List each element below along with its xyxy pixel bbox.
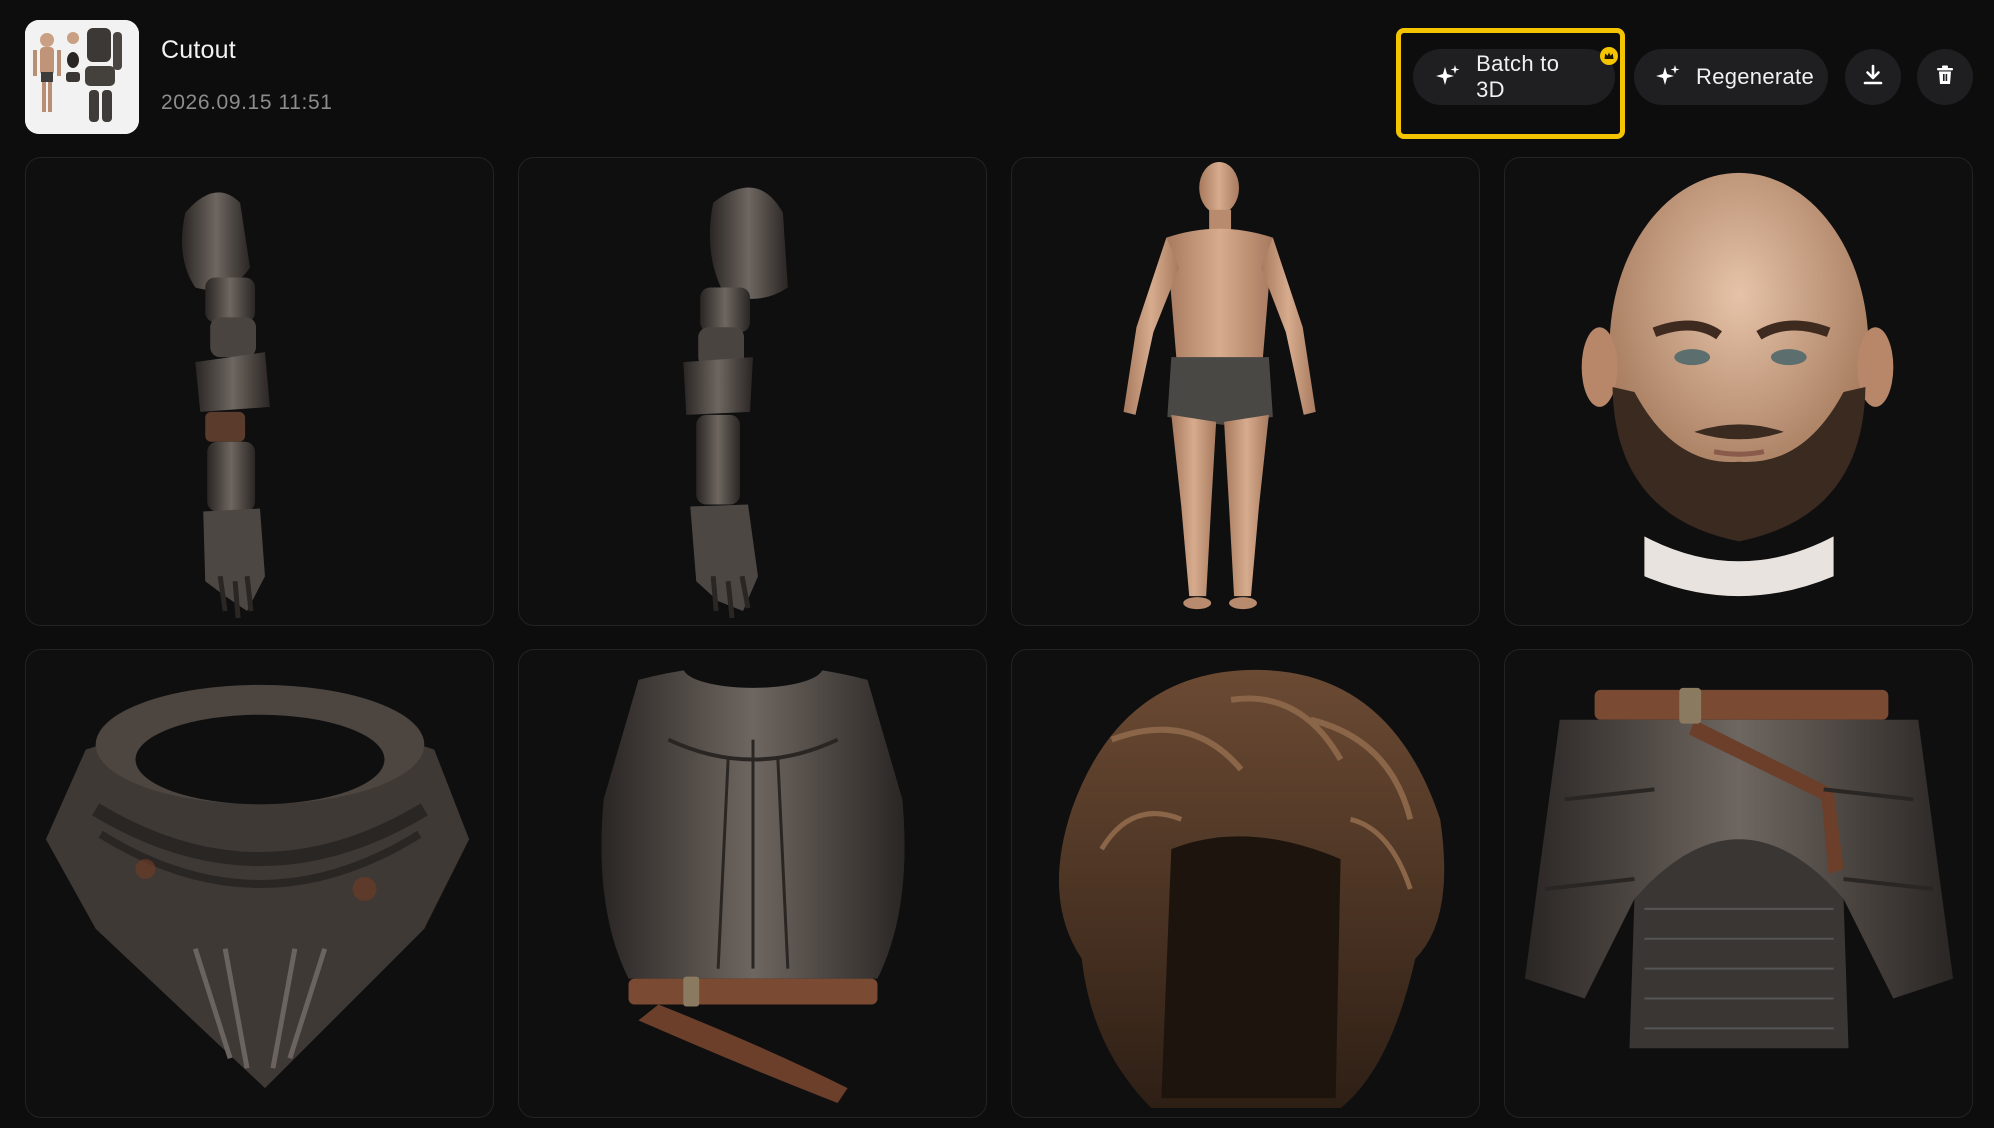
crown-icon xyxy=(1600,47,1618,65)
download-button[interactable] xyxy=(1845,49,1901,105)
sparkles-icon xyxy=(1433,62,1462,92)
character-sheet-thumbnail[interactable] xyxy=(25,20,139,134)
gorget-art xyxy=(45,684,470,1089)
left-arm-armor-image[interactable] xyxy=(25,157,494,626)
regenerate-button[interactable]: Regenerate xyxy=(1634,49,1828,105)
gorget-collar-image[interactable] xyxy=(25,649,494,1118)
page-title: Cutout xyxy=(161,36,236,64)
right-arm-armor-image[interactable] xyxy=(518,157,987,626)
trash-icon xyxy=(1933,63,1957,92)
app-root: Cutout 2026.09.15 11:51 Batch to 3D Rege… xyxy=(0,0,1994,1128)
bald-bearded-head-image[interactable] xyxy=(1504,157,1973,626)
sparkles-icon xyxy=(1654,62,1682,92)
delete-button[interactable] xyxy=(1917,49,1973,105)
wavy-hair-image[interactable] xyxy=(1011,649,1480,1118)
head-art xyxy=(1581,172,1894,597)
body-art xyxy=(1123,161,1316,610)
regenerate-label: Regenerate xyxy=(1696,64,1814,89)
download-icon xyxy=(1861,63,1885,92)
thumbnail-art xyxy=(25,20,139,134)
breastplate-art xyxy=(601,650,905,1104)
armor-arm-art xyxy=(181,192,270,619)
breastplate-image[interactable] xyxy=(518,649,987,1118)
timestamp: 2026.09.15 11:51 xyxy=(161,91,333,114)
batch-to-3d-label: Batch to 3D xyxy=(1476,51,1560,102)
armor-arm-art xyxy=(683,187,788,619)
batch-to-3d-button[interactable]: Batch to 3D xyxy=(1413,49,1615,105)
male-body-image[interactable] xyxy=(1011,157,1480,626)
skirt-art xyxy=(1524,687,1954,1049)
hair-art xyxy=(1058,669,1445,1109)
header: Cutout 2026.09.15 11:51 Batch to 3D Rege… xyxy=(0,0,1994,150)
tasset-skirt-image[interactable] xyxy=(1504,649,1973,1118)
